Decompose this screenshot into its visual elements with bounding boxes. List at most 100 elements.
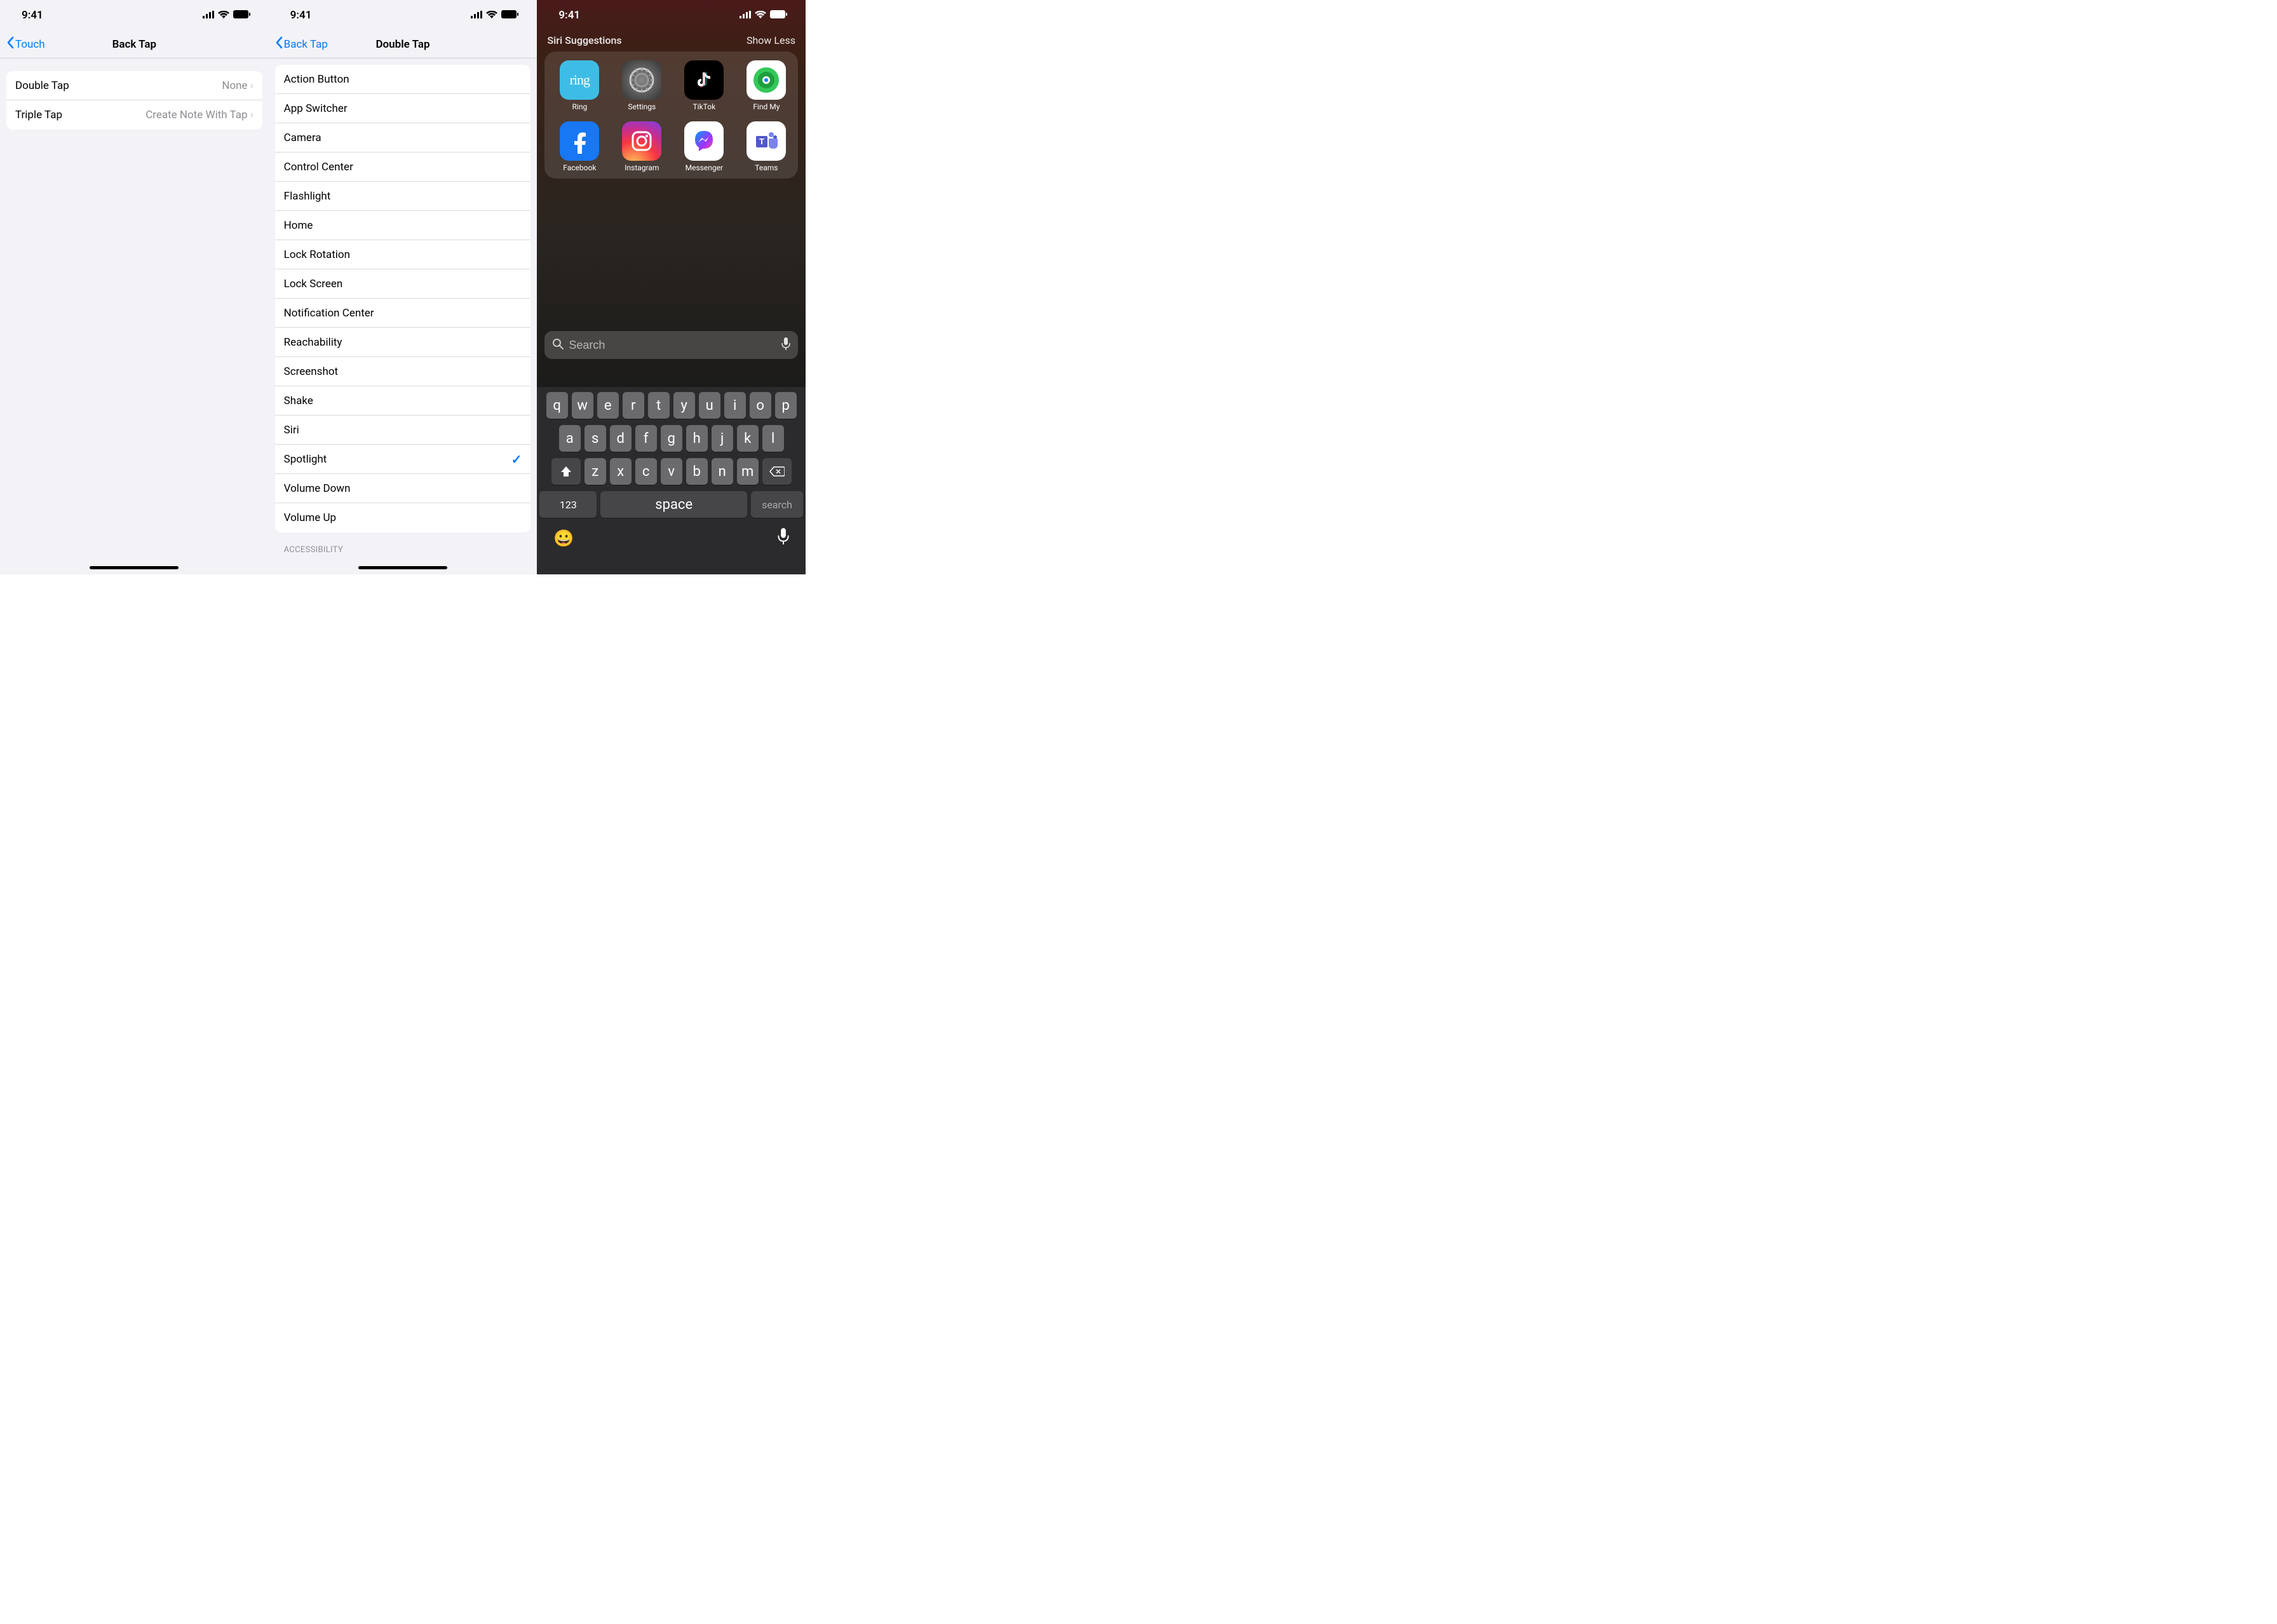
key-b[interactable]: b (686, 458, 708, 485)
option-row[interactable]: Camera (275, 123, 531, 152)
settings-list: Double Tap None › Triple Tap Create Note… (6, 71, 262, 130)
key-p[interactable]: p (775, 392, 797, 419)
key-numbers[interactable]: 123 (539, 491, 597, 518)
key-h[interactable]: h (686, 425, 708, 452)
key-shift[interactable] (551, 458, 581, 485)
home-indicator[interactable] (90, 566, 179, 569)
mic-icon[interactable] (781, 337, 790, 353)
key-w[interactable]: w (572, 392, 593, 419)
app-tiktok[interactable]: TikTok (675, 60, 733, 111)
emoji-button[interactable]: 😀 (553, 529, 574, 548)
chevron-right-icon: › (250, 79, 253, 92)
option-row[interactable]: Screenshot (275, 357, 531, 386)
option-row[interactable]: Flashlight (275, 182, 531, 211)
key-z[interactable]: z (584, 458, 606, 485)
home-indicator[interactable] (358, 566, 447, 569)
cellular-icon (471, 9, 482, 22)
option-row[interactable]: Home (275, 211, 531, 240)
key-a[interactable]: a (559, 425, 581, 452)
key-x[interactable]: x (610, 458, 632, 485)
option-label: Home (284, 219, 313, 232)
key-q[interactable]: q (546, 392, 568, 419)
app-icon (560, 121, 599, 161)
search-input[interactable] (569, 339, 776, 352)
row-label: Double Tap (15, 79, 69, 92)
app-find-my[interactable]: Find My (738, 60, 795, 111)
key-s[interactable]: s (584, 425, 606, 452)
option-label: Notification Center (284, 307, 374, 320)
status-bar: 9:41 (0, 0, 269, 30)
key-space[interactable]: space (600, 491, 747, 518)
key-c[interactable]: c (635, 458, 657, 485)
app-facebook[interactable]: Facebook (551, 121, 608, 172)
status-time: 9:41 (558, 9, 580, 22)
back-button[interactable]: Touch (6, 36, 45, 52)
key-i[interactable]: i (724, 392, 746, 419)
option-row[interactable]: Volume Up (275, 503, 531, 532)
double-tap-row[interactable]: Double Tap None › (6, 71, 262, 100)
key-u[interactable]: u (699, 392, 720, 419)
option-row[interactable]: Shake (275, 386, 531, 416)
status-icons (203, 9, 251, 22)
option-label: Reachability (284, 336, 342, 349)
option-row[interactable]: App Switcher (275, 94, 531, 123)
key-y[interactable]: y (673, 392, 695, 419)
key-e[interactable]: e (597, 392, 619, 419)
key-m[interactable]: m (737, 458, 759, 485)
option-row[interactable]: Siri (275, 416, 531, 445)
chevron-left-icon (6, 36, 14, 52)
option-row[interactable]: Spotlight✓ (275, 445, 531, 474)
app-settings[interactable]: Settings (613, 60, 670, 111)
battery-icon (501, 9, 519, 22)
key-n[interactable]: n (712, 458, 733, 485)
option-row[interactable]: Control Center (275, 152, 531, 182)
row-value: Create Note With Tap › (145, 109, 253, 121)
key-t[interactable]: t (648, 392, 670, 419)
svg-text:T: T (759, 137, 764, 146)
key-v[interactable]: v (661, 458, 682, 485)
option-row[interactable]: Lock Rotation (275, 240, 531, 269)
search-bar[interactable] (544, 331, 798, 359)
option-row[interactable]: Notification Center (275, 299, 531, 328)
screen-double-tap-options: 9:41 Back Tap Double Tap Action ButtonAp… (269, 0, 537, 574)
app-ring[interactable]: ringRing (551, 60, 608, 111)
app-label: Messenger (686, 163, 723, 172)
row-label: Triple Tap (15, 109, 62, 121)
option-label: Shake (284, 395, 313, 407)
search-bar-wrap (537, 331, 806, 359)
key-f[interactable]: f (635, 425, 657, 452)
app-icon: T (747, 121, 786, 161)
key-r[interactable]: r (623, 392, 644, 419)
key-g[interactable]: g (661, 425, 682, 452)
option-row[interactable]: Lock Screen (275, 269, 531, 299)
key-o[interactable]: o (750, 392, 771, 419)
key-d[interactable]: d (610, 425, 632, 452)
dictate-button[interactable] (778, 528, 789, 549)
app-icon (684, 60, 724, 100)
option-label: App Switcher (284, 102, 348, 115)
key-j[interactable]: j (712, 425, 733, 452)
status-time: 9:41 (290, 9, 312, 22)
key-l[interactable]: l (762, 425, 784, 452)
app-teams[interactable]: TTeams (738, 121, 795, 172)
app-label: Instagram (625, 163, 659, 172)
show-less-button[interactable]: Show Less (747, 34, 795, 46)
navbar: Touch Back Tap (0, 30, 269, 58)
option-row[interactable]: Reachability (275, 328, 531, 357)
app-messenger[interactable]: Messenger (675, 121, 733, 172)
screen-spotlight-search: 9:41 Siri Suggestions Show Less ringRing… (537, 0, 806, 574)
key-backspace[interactable] (762, 458, 792, 485)
status-icons (471, 9, 519, 22)
app-instagram[interactable]: Instagram (613, 121, 670, 172)
wifi-icon (218, 9, 229, 22)
back-label: Back Tap (284, 38, 328, 51)
app-icon: ring (560, 60, 599, 100)
search-icon (552, 338, 564, 352)
back-button[interactable]: Back Tap (275, 36, 328, 52)
option-row[interactable]: Volume Down (275, 474, 531, 503)
option-label: Lock Rotation (284, 248, 350, 261)
option-row[interactable]: Action Button (275, 65, 531, 94)
key-search[interactable]: search (751, 491, 803, 518)
triple-tap-row[interactable]: Triple Tap Create Note With Tap › (6, 100, 262, 130)
key-k[interactable]: k (737, 425, 759, 452)
